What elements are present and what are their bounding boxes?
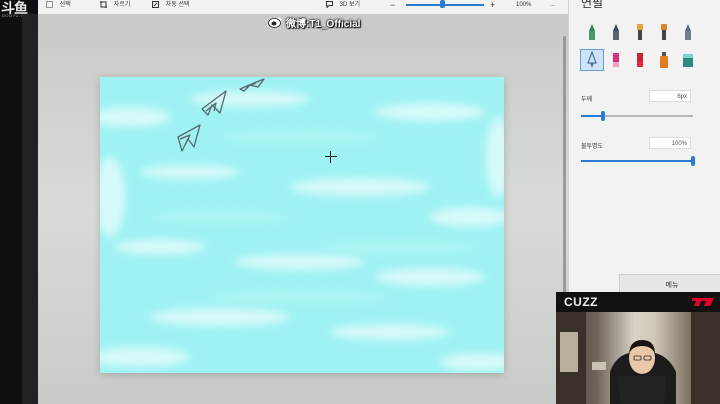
chat-bubble-icon <box>326 0 333 8</box>
crop-icon <box>100 0 107 8</box>
brush-crayon[interactable] <box>629 50 651 70</box>
drawing-canvas[interactable] <box>100 77 504 373</box>
zoom-out-button[interactable]: − <box>390 0 395 10</box>
crop-tool[interactable]: 자르기 <box>100 0 130 10</box>
crosshair-cursor <box>325 151 337 163</box>
view3d-tool[interactable]: 3D 보기 <box>326 0 360 10</box>
magic-select-tool[interactable]: 자동 선택 <box>152 0 189 10</box>
watercolor-icon <box>661 24 667 40</box>
brush-watercolor[interactable] <box>653 22 675 42</box>
brush-marker[interactable] <box>581 22 603 42</box>
fill-bucket-icon <box>683 54 693 67</box>
pixel-pen-icon <box>685 24 691 40</box>
weibo-handle: 微博:T1_Official <box>286 18 361 30</box>
brush-eraser[interactable] <box>605 50 627 70</box>
marker-icon <box>589 24 595 40</box>
brush-oil-brush[interactable] <box>629 22 651 42</box>
opacity-slider-fill <box>581 160 693 162</box>
zoom-in-button[interactable]: + <box>490 0 495 10</box>
select-icon <box>46 0 53 8</box>
magic-select-icon <box>152 0 159 8</box>
webcam-name-bar: CUZZ <box>556 292 720 312</box>
bird-sketches <box>177 78 265 152</box>
magic-select-label: 자동 선택 <box>165 2 190 8</box>
select-label: 선택 <box>59 2 71 8</box>
view3d-label: 3D 보기 <box>339 2 361 8</box>
streamer-name: CUZZ <box>564 295 598 309</box>
opacity-slider-thumb[interactable] <box>691 156 695 166</box>
webcam-feed <box>556 312 720 404</box>
pencil-icon <box>587 51 597 68</box>
thickness-slider-fill <box>581 115 604 117</box>
brush-calligraphy-pen[interactable] <box>605 22 627 42</box>
panel-title: 연필 <box>581 0 604 10</box>
thickness-label: 두께 <box>581 97 593 103</box>
webcam-scene <box>556 312 720 404</box>
select-tool[interactable]: 선택 <box>46 0 71 10</box>
opacity-input[interactable]: 100% <box>649 137 691 149</box>
zoom-slider-track[interactable] <box>406 4 484 6</box>
zoom-slider-thumb[interactable] <box>440 0 445 8</box>
weibo-icon <box>268 17 282 28</box>
brush-pixel-pen[interactable] <box>677 22 699 42</box>
stream-left-strip <box>0 0 22 404</box>
scrollbar-thumb[interactable] <box>563 36 566 302</box>
crop-label: 자르기 <box>113 2 131 8</box>
spray-can-icon <box>660 52 668 68</box>
thickness-input[interactable]: 6px <box>649 90 691 102</box>
t1-logo-icon <box>692 298 714 306</box>
weibo-watermark: 微博:T1_Official <box>268 14 360 30</box>
toolbar: 선택 자르기 자동 선택 3D 보기 − + 100% ... <box>38 0 568 15</box>
eraser-icon <box>613 53 619 67</box>
thickness-slider-thumb[interactable] <box>601 111 606 121</box>
more-button[interactable]: ... <box>550 0 555 10</box>
crayon-icon <box>637 53 643 67</box>
workspace <box>38 14 568 404</box>
brush-pencil[interactable] <box>580 49 604 71</box>
left-dark-column <box>22 14 38 404</box>
brush-fill-bucket[interactable] <box>677 50 699 70</box>
brush-spray-can[interactable] <box>653 50 675 70</box>
webcam-overlay: CUZZ <box>556 292 720 404</box>
opacity-label: 불투명도 <box>581 144 604 150</box>
zoom-value: 100% <box>516 2 532 8</box>
bird-sketch <box>201 90 227 116</box>
oil-brush-icon <box>637 24 643 40</box>
calligraphy-pen-icon <box>613 24 619 40</box>
